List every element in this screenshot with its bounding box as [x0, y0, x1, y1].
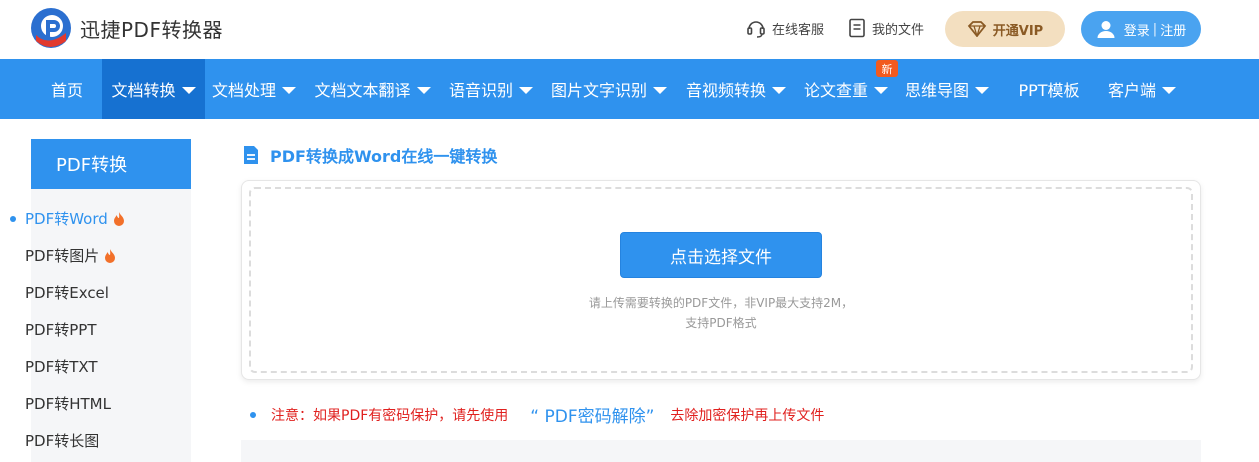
active-indicator-dot — [10, 216, 16, 222]
password-notice: 注意：如果PDF有密码保护，请先使用 “ PDF密码解除” 去除加密保护再上传文… — [250, 402, 824, 427]
sidebar-item-pdf-to-word[interactable]: PDF转Word — [25, 208, 125, 229]
sidebar-item-label: PDF转图片 — [25, 247, 100, 265]
chevron-down-icon — [282, 86, 296, 94]
sidebar-item-pdf-to-txt[interactable]: PDF转TXT — [25, 356, 98, 377]
sidebar-item-label: PDF转Excel — [25, 284, 109, 302]
diamond-icon — [967, 21, 986, 37]
logo-icon[interactable] — [30, 7, 72, 49]
sidebar-item-pdf-to-ppt[interactable]: PDF转PPT — [25, 319, 96, 340]
nav-ppt-templates-label: PPT模板 — [1018, 81, 1080, 100]
login-register-button[interactable]: 登录 | 注册 — [1081, 11, 1201, 47]
pdf-unlock-link[interactable]: “ PDF密码解除” — [530, 402, 654, 427]
register-link[interactable]: 注册 — [1160, 20, 1186, 39]
headset-icon — [747, 21, 765, 38]
nav-av-convert-label: 音视频转换 — [685, 81, 766, 100]
sidebar-item-label: PDF转HTML — [25, 395, 111, 413]
chevron-down-icon — [975, 86, 989, 94]
nav-doc-convert-label: 文档转换 — [111, 81, 176, 100]
notice-suffix: 去除加密保护再上传文件 — [670, 407, 825, 424]
document-icon — [244, 146, 258, 164]
app-title: 迅捷PDF转换器 — [80, 18, 223, 42]
nav-doc-translate[interactable]: 文档文本翻译 — [310, 59, 435, 119]
nav-ppt-templates[interactable]: PPT模板 — [1012, 59, 1086, 119]
nav-mindmap-label: 思维导图 — [904, 81, 969, 100]
page-title-text: PDF转换成Word在线一键转换 — [270, 147, 498, 166]
vip-label: 开通VIP — [992, 23, 1044, 39]
chevron-down-icon — [416, 86, 431, 94]
sidebar-heading: PDF转换 — [31, 139, 191, 189]
nav-doc-convert[interactable]: 文档转换 — [102, 59, 205, 119]
nav-speech[interactable]: 语音识别 — [444, 59, 538, 119]
notice-prefix: 注意：如果PDF有密码保护，请先使用 — [271, 407, 509, 424]
user-icon — [1097, 21, 1115, 38]
upload-hint-format: 支持PDF格式 — [685, 316, 757, 330]
main-nav: 首页 文档转换 文档处理 文档文本翻译 语音识别 图片文字识别 音视频转换 论文… — [0, 59, 1259, 119]
fire-icon — [105, 249, 116, 263]
login-separator: | — [1152, 21, 1158, 37]
my-files-link[interactable]: 我的文件 — [848, 18, 924, 38]
nav-doc-translate-label: 文档文本翻译 — [314, 81, 411, 100]
sidebar-item-label: PDF转TXT — [25, 358, 98, 376]
fire-icon — [113, 212, 124, 226]
nav-client-label: 客户端 — [1107, 81, 1156, 100]
chevron-down-icon — [772, 86, 786, 94]
page-title: PDF转换成Word在线一键转换 — [242, 143, 497, 167]
my-files-label: 我的文件 — [872, 22, 925, 38]
nav-ocr-label: 图片文字识别 — [550, 81, 647, 100]
nav-client[interactable]: 客户端 — [1104, 59, 1180, 119]
chevron-down-icon — [874, 86, 888, 94]
sidebar-item-label: PDF转长图 — [25, 432, 100, 450]
new-badge: 新 — [876, 60, 898, 77]
nav-ocr[interactable]: 图片文字识别 — [547, 59, 671, 119]
sidebar-item-pdf-to-html[interactable]: PDF转HTML — [25, 393, 111, 414]
nav-speech-label: 语音识别 — [448, 81, 513, 100]
upload-dropzone[interactable] — [241, 180, 1201, 380]
sidebar-item-pdf-to-excel[interactable]: PDF转Excel — [25, 282, 109, 303]
sidebar-item-label: PDF转Word — [25, 210, 108, 228]
nav-doc-process[interactable]: 文档处理 — [208, 59, 300, 119]
login-link[interactable]: 登录 — [1124, 20, 1150, 39]
dropzone-border — [249, 187, 1193, 373]
header: 迅捷PDF转换器 在线客服 我的文件 开通VIP 登录 | 注册 — [0, 0, 1259, 59]
sidebar-item-pdf-to-long-image[interactable]: PDF转长图 — [25, 430, 99, 451]
nav-av-convert[interactable]: 音视频转换 — [681, 59, 791, 119]
sidebar-item-pdf-to-image[interactable]: PDF转图片 — [25, 245, 116, 266]
customer-service-label: 在线客服 — [772, 22, 825, 38]
chevron-down-icon — [181, 86, 196, 94]
notice-bullet — [250, 411, 256, 418]
nav-home[interactable]: 首页 — [36, 59, 98, 119]
select-file-button[interactable]: 点击选择文件 — [620, 232, 822, 278]
customer-service-link[interactable]: 在线客服 — [746, 18, 824, 38]
bottom-panel — [241, 440, 1201, 462]
nav-home-label: 首页 — [50, 81, 83, 100]
chevron-down-icon — [653, 86, 667, 94]
vip-button[interactable]: 开通VIP — [945, 11, 1065, 47]
nav-mindmap[interactable]: 思维导图 — [901, 59, 993, 119]
chevron-down-icon — [519, 86, 533, 94]
nav-doc-process-label: 文档处理 — [211, 81, 276, 100]
sidebar-item-label: PDF转PPT — [25, 321, 97, 339]
chevron-down-icon — [1162, 86, 1176, 94]
nav-plagiarism-label: 论文查重 — [803, 81, 868, 100]
document-icon — [849, 18, 865, 38]
upload-hint: 请上传需要转换的PDF文件，非VIP最大支持2M， — [588, 296, 854, 310]
